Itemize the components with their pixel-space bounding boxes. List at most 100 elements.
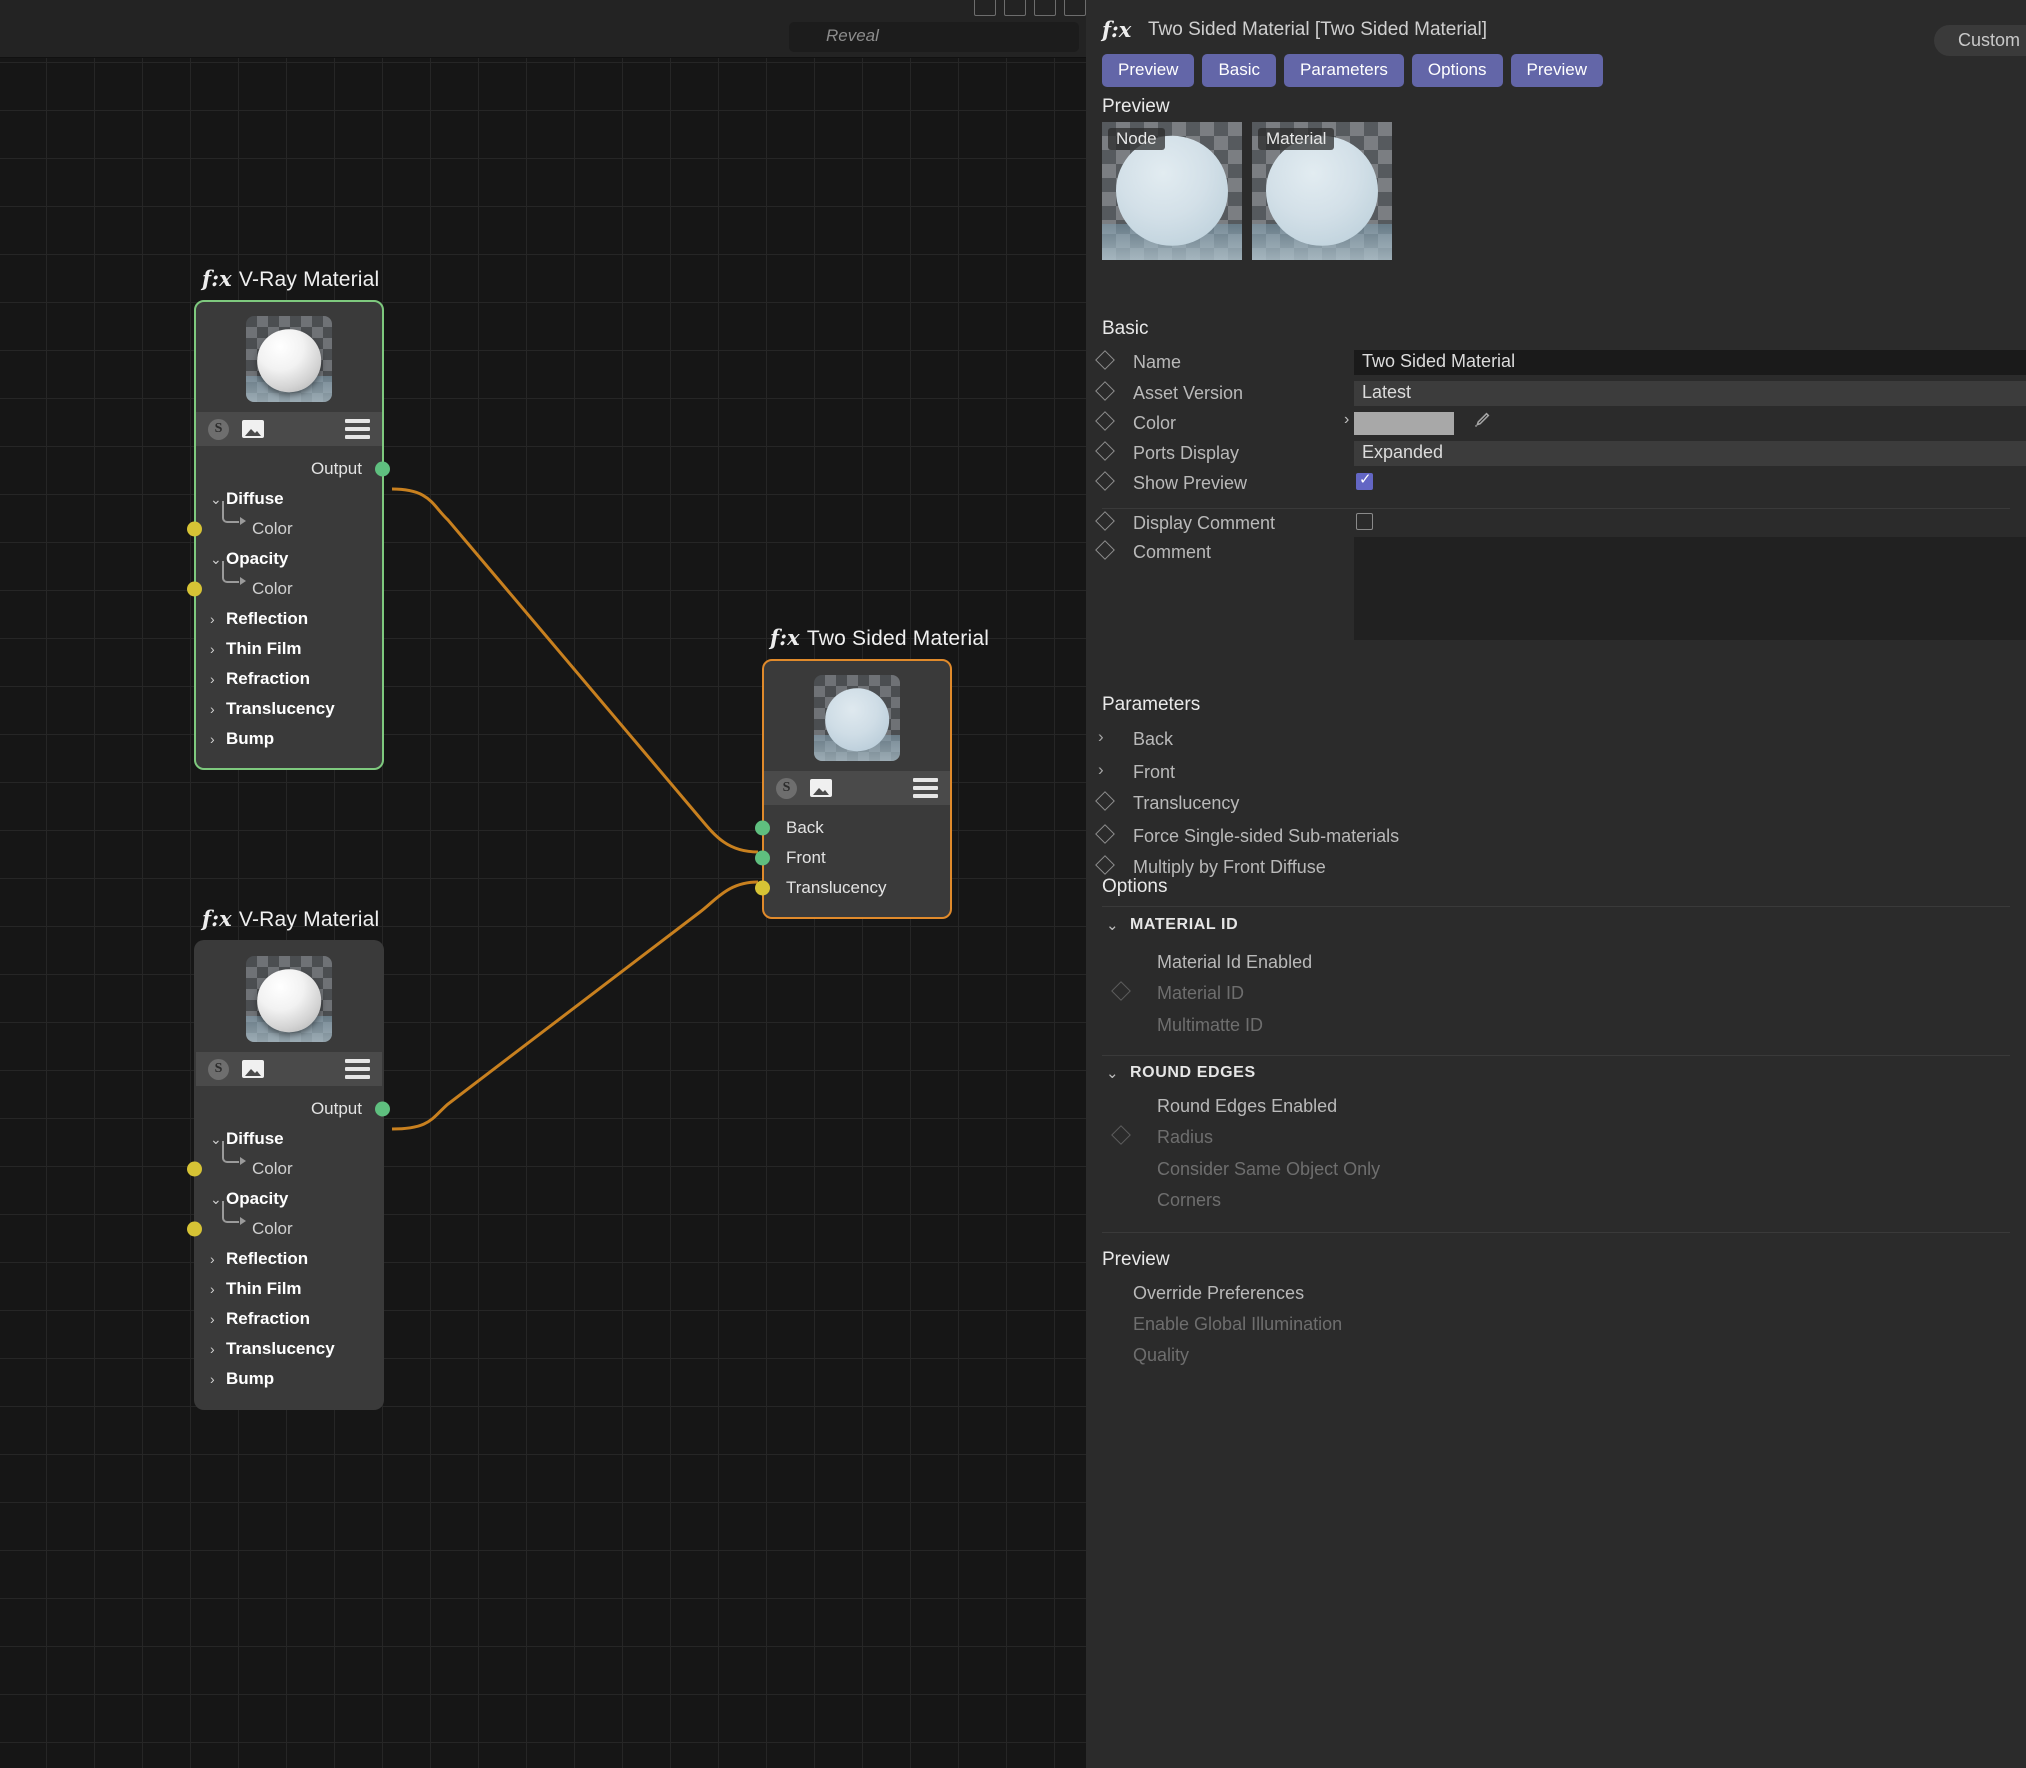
keyframe-diamond-icon[interactable] (1095, 855, 1115, 875)
ports-display-select[interactable]: Expanded (1354, 441, 2026, 466)
port-dot-front[interactable] (755, 850, 770, 866)
keyframe-diamond-icon[interactable] (1111, 981, 1131, 1001)
keyframe-diamond-icon[interactable] (1095, 540, 1115, 560)
port-group-reflection[interactable]: › Reflection (196, 604, 382, 634)
section-heading-options: Options (1102, 876, 1168, 897)
chevron-right-icon[interactable]: › (1098, 727, 1104, 747)
node-thumbnail (246, 956, 332, 1042)
port-group-bump[interactable]: › Bump (196, 724, 382, 754)
image-icon[interactable] (242, 1060, 264, 1078)
color-swatch[interactable] (1354, 412, 1454, 435)
image-icon[interactable] (242, 420, 264, 438)
solo-icon[interactable]: S (776, 777, 797, 799)
eyedropper-icon[interactable] (1470, 409, 1492, 433)
node-icon-bar[interactable]: S (764, 771, 950, 805)
port-group-thin-film[interactable]: › Thin Film (196, 634, 382, 664)
port-opacity-color[interactable]: Color (187, 561, 382, 604)
keyframe-diamond-icon[interactable] (1111, 1125, 1131, 1145)
asset-version-select[interactable]: Latest (1354, 381, 2026, 406)
custom-preset-button[interactable]: Custom (1933, 25, 2026, 56)
keyframe-diamond-icon[interactable] (1095, 350, 1115, 370)
keyframe-diamond-icon[interactable] (1095, 824, 1115, 844)
port-input-back[interactable]: Back (755, 813, 950, 843)
comment-textarea[interactable] (1354, 537, 2026, 640)
node-graph-canvas[interactable]: Reveal f:x V-Ray Material S Output ⌄ Dif… (0, 0, 1086, 1768)
keyframe-diamond-icon[interactable] (1095, 791, 1115, 811)
port-dot-opacity-color[interactable] (187, 581, 202, 597)
label-name: Name (1133, 352, 1182, 372)
port-group-thin-film[interactable]: › Thin Film (196, 1274, 382, 1304)
tab-preview-top[interactable]: Preview (1102, 54, 1195, 87)
node-body[interactable]: S Output ⌄ Diffuse Color ⌄ Opacity Color ›… (187, 940, 390, 1410)
node-port-list: Output ⌄ Diffuse Color ⌄ Opacity Color › Re… (187, 446, 390, 768)
row-material-id-enabled: Material Id Enabled (1086, 952, 2026, 976)
tab-options[interactable]: Options (1411, 54, 1503, 87)
hamburger-menu-icon[interactable] (345, 1059, 370, 1079)
port-group-refraction[interactable]: › Refraction (196, 1304, 382, 1334)
name-input[interactable]: Two Sided Material (1354, 350, 2026, 375)
label-asset-version: Asset Version (1133, 383, 1244, 403)
port-group-translucency[interactable]: › Translucency (196, 694, 382, 724)
group-header-round-edges[interactable]: ⌄ ROUND EDGES (1106, 1064, 1256, 1082)
solo-icon[interactable]: S (208, 418, 229, 440)
port-dot-output[interactable] (375, 461, 390, 477)
keyframe-diamond-icon[interactable] (1095, 471, 1115, 491)
tab-parameters[interactable]: Parameters (1284, 54, 1404, 87)
tab-basic[interactable]: Basic (1202, 54, 1277, 87)
chevron-right-icon[interactable]: › (1098, 760, 1104, 780)
group-header-material-id[interactable]: ⌄ MATERIAL ID (1106, 916, 1238, 934)
solo-icon[interactable]: S (208, 1058, 229, 1080)
image-icon[interactable] (810, 779, 832, 797)
node-body[interactable]: S Back Front Translucency (755, 659, 952, 919)
port-diffuse-color[interactable]: Color (187, 1141, 382, 1184)
reveal-input[interactable]: Reveal (789, 22, 1079, 52)
port-dot-translucency[interactable] (755, 880, 770, 896)
keyframe-diamond-icon[interactable] (1095, 411, 1115, 431)
keyframe-diamond-icon[interactable] (1095, 511, 1115, 531)
window-popout-button[interactable] (1064, 0, 1086, 16)
chevron-right-icon: › (210, 611, 215, 627)
node-vray-material-top[interactable]: f:x V-Ray Material S Output ⌄ Diffuse Co… (187, 266, 390, 770)
hamburger-menu-icon[interactable] (345, 419, 370, 439)
port-dot-diffuse-color[interactable] (187, 1161, 202, 1177)
port-input-translucency[interactable]: Translucency (755, 873, 950, 903)
keyframe-diamond-icon[interactable] (1095, 381, 1115, 401)
port-group-translucency[interactable]: › Translucency (196, 1334, 382, 1364)
port-dot-opacity-color[interactable] (187, 1221, 202, 1237)
hamburger-menu-icon[interactable] (913, 778, 938, 798)
chevron-right-icon[interactable]: › (1344, 411, 1349, 429)
tab-preview-bottom[interactable]: Preview (1510, 54, 1603, 87)
preview-node-thumb[interactable]: Node (1102, 122, 1242, 260)
port-dot-output[interactable] (375, 1101, 390, 1117)
show-preview-checkbox[interactable] (1356, 470, 1373, 490)
label-front: Front (1133, 762, 1176, 782)
node-thumbnail-wrap (196, 942, 382, 1052)
port-dot-back[interactable] (755, 820, 770, 836)
row-quality: Quality 2 (1086, 1345, 2026, 1369)
port-group-refraction[interactable]: › Refraction (196, 664, 382, 694)
port-group-reflection[interactable]: › Reflection (196, 1244, 382, 1274)
port-output[interactable]: Output (196, 454, 390, 484)
preview-material-label: Material (1258, 128, 1335, 150)
window-layout-button-2[interactable] (1004, 0, 1026, 16)
window-layout-button-1[interactable] (974, 0, 996, 16)
port-diffuse-color[interactable]: Color (187, 501, 382, 544)
preview-material-thumb[interactable]: Material (1252, 122, 1392, 260)
port-output[interactable]: Output (196, 1094, 390, 1124)
port-opacity-color[interactable]: Color (187, 1201, 382, 1244)
node-title: f:x Two Sided Material (770, 625, 990, 650)
node-vray-material-bottom[interactable]: f:x V-Ray Material S Output ⌄ Diffuse Co… (187, 906, 390, 1410)
display-comment-checkbox[interactable] (1356, 513, 1373, 530)
port-dot-diffuse-color[interactable] (187, 521, 202, 537)
label-color: Color (1133, 413, 1177, 433)
chevron-down-icon: ⌄ (210, 491, 222, 507)
node-body[interactable]: S Output ⌄ Diffuse Color ⌄ Opacity Color ›… (187, 300, 390, 770)
node-icon-bar[interactable]: S (196, 412, 382, 446)
chevron-down-icon: ⌄ (210, 1131, 222, 1147)
keyframe-diamond-icon[interactable] (1095, 441, 1115, 461)
port-group-bump[interactable]: › Bump (196, 1364, 382, 1394)
node-two-sided-material[interactable]: f:x Two Sided Material S Back Front Trans… (755, 625, 989, 919)
window-layout-button-3[interactable] (1034, 0, 1056, 16)
port-input-front[interactable]: Front (755, 843, 950, 873)
node-icon-bar[interactable]: S (196, 1052, 382, 1086)
